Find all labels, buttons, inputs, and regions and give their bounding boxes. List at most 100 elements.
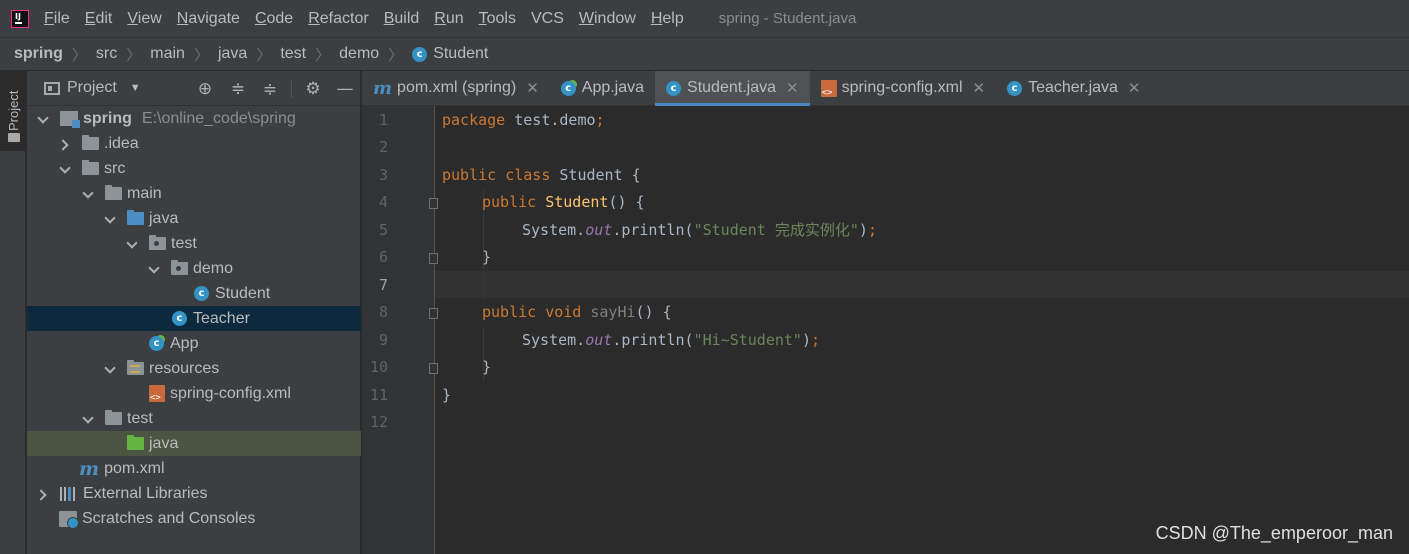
breadcrumb: spring 〉 src 〉 main 〉 java 〉 test 〉 demo… bbox=[0, 37, 1409, 70]
chevron-down-icon[interactable] bbox=[126, 238, 138, 250]
folder-icon bbox=[82, 160, 99, 175]
breadcrumb-separator: 〉 bbox=[126, 46, 142, 64]
tab-pom-xml[interactable]: m pom.xml (spring) ✕ bbox=[362, 71, 550, 105]
resources-folder-icon bbox=[127, 360, 144, 375]
tab-spring-config-xml[interactable]: spring-config.xml ✕ bbox=[810, 71, 997, 105]
breadcrumb-item-main[interactable]: main bbox=[150, 45, 185, 63]
tree-item-label: main bbox=[127, 184, 162, 202]
tab-student-java[interactable]: c Student.java ✕ bbox=[655, 71, 810, 106]
menu-navigate[interactable]: Navigate bbox=[177, 10, 240, 28]
tree-item-app[interactable]: c App bbox=[27, 331, 361, 356]
tree-item-spring[interactable]: spring E:\online_code\spring bbox=[27, 106, 361, 131]
fold-marker-icon[interactable] bbox=[429, 198, 438, 209]
code-line-8: public void sayHi() { bbox=[482, 303, 672, 321]
line-number: 12 bbox=[369, 413, 388, 431]
breadcrumb-item-spring[interactable]: spring bbox=[14, 45, 63, 63]
locate-target-icon[interactable]: ⊕ bbox=[195, 79, 215, 99]
runnable-class-icon: c bbox=[560, 80, 576, 96]
close-icon[interactable]: ✕ bbox=[786, 79, 799, 97]
tree-item-label: spring bbox=[83, 109, 132, 127]
watermark: CSDN @The_emperoor_man bbox=[1155, 523, 1393, 543]
tab-label: spring-config.xml bbox=[841, 79, 963, 96]
tree-item-external-libraries[interactable]: External Libraries bbox=[27, 481, 361, 506]
project-panel: Project ▼ ⊕ ≑ ≑ ⚙ — spring E:\online_cod… bbox=[27, 71, 361, 554]
tree-item-test-java[interactable]: java bbox=[27, 431, 361, 456]
tree-item-main[interactable]: main bbox=[27, 181, 361, 206]
close-icon[interactable]: ✕ bbox=[973, 79, 986, 97]
line-number: 2 bbox=[378, 138, 388, 156]
menu-window[interactable]: Window bbox=[579, 10, 636, 28]
tree-item-resources[interactable]: resources bbox=[27, 356, 361, 381]
collapse-all-icon[interactable]: ≑ bbox=[260, 79, 280, 99]
line-number: 1 bbox=[378, 111, 388, 129]
tree-item-label: .idea bbox=[104, 134, 139, 152]
chevron-down-icon[interactable] bbox=[59, 163, 71, 175]
project-view-title[interactable]: Project bbox=[67, 79, 117, 97]
folder-icon bbox=[8, 133, 20, 142]
tree-item-idea[interactable]: .idea bbox=[27, 131, 361, 156]
menu-bar: IJ File Edit View Navigate Code Refactor… bbox=[0, 0, 1409, 37]
breadcrumb-separator: 〉 bbox=[193, 46, 209, 64]
close-icon[interactable]: ✕ bbox=[1128, 79, 1141, 97]
chevron-down-icon[interactable] bbox=[82, 413, 94, 425]
menu-code[interactable]: Code bbox=[255, 10, 293, 28]
tree-item-src[interactable]: src bbox=[27, 156, 361, 181]
tree-item-label: Teacher bbox=[193, 309, 250, 327]
code-line-4: public Student() { bbox=[482, 193, 645, 211]
chevron-down-icon[interactable] bbox=[37, 113, 49, 125]
line-number: 6 bbox=[378, 248, 388, 266]
line-number: 9 bbox=[378, 331, 388, 349]
maven-icon: m bbox=[79, 457, 100, 480]
expand-all-icon[interactable]: ≑ bbox=[228, 79, 248, 99]
panel-layout-icon bbox=[44, 81, 60, 95]
fold-marker-icon[interactable] bbox=[429, 363, 438, 374]
editor-gutter[interactable]: 1 2 3 4 5 6 7 8 9 10 11 12 bbox=[362, 106, 438, 554]
menu-vcs[interactable]: VCS bbox=[531, 10, 564, 28]
menu-help[interactable]: Help bbox=[651, 10, 684, 28]
tree-item-teacher[interactable]: c Teacher bbox=[27, 306, 361, 331]
breadcrumb-item-student[interactable]: Student bbox=[433, 45, 488, 63]
current-line-highlight bbox=[435, 271, 1409, 298]
tree-item-test-folder[interactable]: test bbox=[27, 406, 361, 431]
tree-item-label: Student bbox=[215, 284, 271, 302]
gear-icon[interactable]: ⚙ bbox=[303, 79, 323, 99]
project-tool-window-button[interactable]: Project bbox=[0, 71, 26, 151]
tree-item-pom-xml[interactable]: m pom.xml bbox=[27, 456, 361, 481]
tree-item-student[interactable]: c Student bbox=[27, 281, 361, 306]
menu-edit[interactable]: Edit bbox=[85, 10, 113, 28]
tab-teacher-java[interactable]: c Teacher.java ✕ bbox=[996, 71, 1151, 105]
tree-item-scratches[interactable]: Scratches and Consoles bbox=[27, 506, 361, 531]
code-line-11: } bbox=[442, 386, 452, 404]
chevron-down-icon[interactable] bbox=[104, 213, 116, 225]
menu-file[interactable]: File bbox=[44, 10, 70, 28]
tab-app-java[interactable]: c App.java bbox=[550, 71, 655, 105]
breadcrumb-item-test[interactable]: test bbox=[280, 45, 306, 63]
menu-view[interactable]: View bbox=[127, 10, 161, 28]
chevron-down-icon[interactable] bbox=[104, 363, 116, 375]
chevron-down-icon[interactable]: ▼ bbox=[130, 82, 141, 94]
menu-build[interactable]: Build bbox=[384, 10, 420, 28]
code-editor[interactable]: 1 2 3 4 5 6 7 8 9 10 11 12 package test.… bbox=[362, 106, 1409, 554]
menu-tools[interactable]: Tools bbox=[479, 10, 516, 28]
module-folder-icon bbox=[60, 111, 80, 128]
tab-label: Teacher.java bbox=[1028, 79, 1118, 96]
tree-item-java-sources[interactable]: java bbox=[27, 206, 361, 231]
folder-icon bbox=[82, 135, 99, 150]
menu-refactor[interactable]: Refactor bbox=[308, 10, 368, 28]
chevron-right-icon[interactable] bbox=[37, 488, 49, 500]
menu-run[interactable]: Run bbox=[434, 10, 463, 28]
chevron-down-icon[interactable] bbox=[148, 263, 160, 275]
breadcrumb-item-java[interactable]: java bbox=[218, 45, 247, 63]
fold-marker-icon[interactable] bbox=[429, 308, 438, 319]
breadcrumb-item-src[interactable]: src bbox=[96, 45, 117, 63]
tree-item-label: Scratches and Consoles bbox=[82, 509, 256, 527]
tree-item-test-package[interactable]: test bbox=[27, 231, 361, 256]
fold-marker-icon[interactable] bbox=[429, 253, 438, 264]
breadcrumb-item-demo[interactable]: demo bbox=[339, 45, 379, 63]
chevron-right-icon[interactable] bbox=[59, 138, 71, 150]
tree-item-demo[interactable]: demo bbox=[27, 256, 361, 281]
tree-item-spring-config-xml[interactable]: spring-config.xml bbox=[27, 381, 361, 406]
minimize-icon[interactable]: — bbox=[335, 79, 355, 99]
close-icon[interactable]: ✕ bbox=[526, 79, 539, 97]
chevron-down-icon[interactable] bbox=[82, 188, 94, 200]
